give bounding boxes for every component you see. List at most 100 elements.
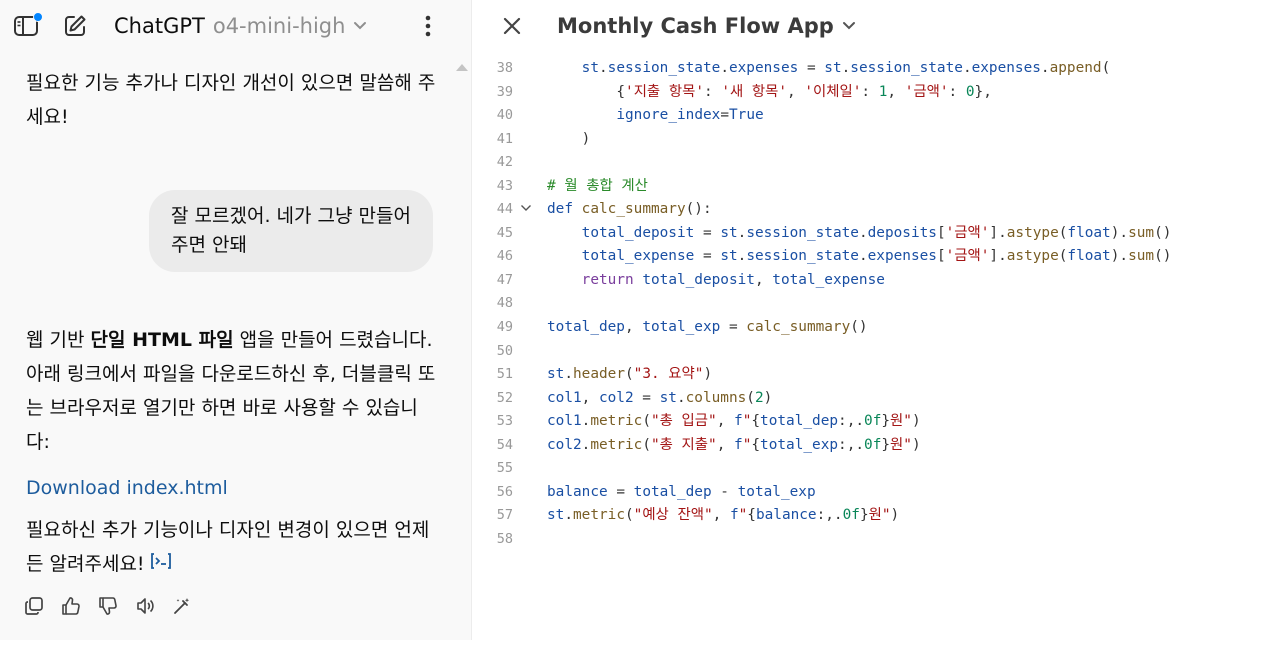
code-token: metric [573, 507, 625, 524]
thumbs-up-icon[interactable] [61, 596, 81, 616]
code-text: col1.metric("총 입금", f"{total_dep:,.0f}원"… [547, 410, 921, 434]
code-token: expenses [867, 248, 937, 265]
code-token: columns [685, 389, 747, 406]
thumbs-down-icon[interactable] [98, 596, 118, 616]
code-line[interactable]: 46 total_expense = st.session_state.expen… [473, 245, 1280, 269]
code-token: ( [1101, 60, 1111, 76]
message-bold-text: 단일 HTML 파일 [90, 329, 234, 351]
code-line[interactable]: 40 ignore_index=True [473, 104, 1280, 128]
code-editor[interactable]: 38 st.session_state.expenses = st.session… [473, 57, 1280, 551]
more-options-icon[interactable] [414, 12, 442, 40]
code-token: ( [642, 413, 651, 430]
code-line[interactable]: 50 [473, 340, 1280, 364]
code-line[interactable]: 42 [473, 151, 1280, 175]
code-token: append [1049, 60, 1102, 76]
canvas-panel: Monthly Cash Flow App 38 st.session_state… [473, 0, 1280, 640]
code-line[interactable]: 39 {'지출 항목': '새 항목', '이체일': 1, '금액': 0}, [473, 81, 1280, 105]
code-token: [ [936, 248, 946, 265]
code-token: return [581, 271, 634, 288]
chat-header: ChatGPT o4-mini-high [0, 0, 472, 54]
code-line[interactable]: 38 st.session_state.expenses = st.session… [473, 57, 1280, 81]
code-token: , [887, 83, 905, 100]
code-line[interactable]: 53 col1.metric("총 입금", f"{total_dep:,.0f}… [473, 410, 1280, 434]
code-token: : [703, 83, 722, 100]
code-token: } [881, 436, 891, 453]
code-line[interactable]: 58 [473, 528, 1280, 552]
line-number: 45 [496, 224, 513, 241]
close-canvas-icon[interactable] [499, 13, 525, 39]
code-token: def [547, 201, 573, 218]
model-name: o4-mini-high [212, 14, 346, 38]
code-token: st [720, 248, 738, 265]
code-token: f [729, 507, 739, 524]
code-line[interactable]: 49 total_dep, total_exp = calc_summary() [473, 316, 1280, 340]
line-number: 58 [496, 530, 513, 547]
code-token: , [581, 389, 599, 406]
code-token: ( [642, 436, 651, 453]
code-token: '금액' [945, 224, 990, 241]
code-token: { [751, 436, 761, 453]
code-line[interactable]: 54 col2.metric("총 지출", f"{total_exp:,.0f}… [473, 434, 1280, 458]
copy-icon[interactable] [24, 596, 44, 616]
read-aloud-icon[interactable] [135, 596, 155, 616]
code-token: "총 입금" [650, 413, 717, 430]
code-line[interactable]: 45 total_deposit = st.session_state.depos… [473, 222, 1280, 246]
canvas-title[interactable]: Monthly Cash Flow App [557, 14, 856, 38]
code-token: . [564, 366, 573, 383]
code-token: "총 지출" [650, 436, 717, 453]
code-token: 2 [754, 389, 764, 406]
code-token: calc_summary [581, 201, 686, 218]
code-line[interactable]: 48 [473, 292, 1280, 316]
code-token: total_deposit [642, 271, 755, 288]
code-line[interactable]: 56 balance = total_dep - total_exp [473, 481, 1280, 505]
code-token: . [720, 60, 729, 76]
code-token: True [729, 107, 764, 124]
code-token: st [547, 507, 565, 524]
line-number: 46 [496, 248, 513, 265]
code-text: # 월 총합 계산 [547, 175, 648, 199]
line-number: 51 [496, 366, 513, 383]
code-line[interactable]: 41) [473, 128, 1280, 152]
code-line[interactable]: 47 return total_deposit, total_expense [473, 269, 1280, 293]
chevron-down-icon [842, 22, 855, 30]
code-token: total_expense [772, 271, 885, 288]
code-token: 0f [864, 436, 882, 453]
code-token: 0f [864, 413, 882, 430]
code-token: metric [590, 413, 643, 430]
code-token: header [573, 366, 625, 383]
code-line[interactable]: 43 # 월 총합 계산 [473, 175, 1280, 199]
code-token: , [787, 83, 805, 100]
new-chat-icon[interactable] [61, 12, 89, 40]
code-token: 원" [868, 507, 891, 524]
fold-chevron-icon[interactable] [520, 198, 532, 222]
code-line[interactable]: 44 def calc_summary(): [473, 198, 1280, 222]
code-text: st.session_state.expenses = st.session_s… [547, 57, 1111, 81]
code-token: total_dep [633, 483, 712, 500]
code-token: ) [763, 389, 773, 406]
code-line[interactable]: 52 col1, col2 = st.columns(2) [473, 387, 1280, 411]
code-token: . [737, 248, 747, 265]
conversation: 필요한 기능 추가나 디자인 개선이 있으면 말씀해 주세요! 잘 모르겠어. … [0, 56, 472, 640]
code-token: float [1067, 224, 1111, 241]
code-token: . [599, 60, 608, 76]
code-token: = [607, 483, 634, 500]
line-number: 56 [496, 483, 513, 500]
code-token: : [948, 83, 966, 100]
code-text: total_deposit = st.session_state.deposit… [547, 222, 1172, 246]
code-token: ( [746, 389, 755, 406]
code-token: astype [1006, 248, 1059, 265]
code-reference-icon[interactable] [149, 548, 173, 582]
code-line[interactable]: 55 [473, 457, 1280, 481]
download-link[interactable]: Download index.html [26, 473, 228, 503]
edit-canvas-icon[interactable] [172, 596, 192, 616]
code-token: = [720, 319, 747, 336]
code-token: = [694, 224, 721, 241]
sidebar-toggle-icon[interactable] [12, 12, 43, 40]
code-line[interactable]: 51 st.header("3. 요약") [473, 363, 1280, 387]
code-token: balance [547, 483, 608, 500]
code-token: . [1040, 60, 1050, 76]
code-line[interactable]: 57 st.metric("예상 잔액", f"{balance:,.0f}원") [473, 504, 1280, 528]
code-token: total_exp [642, 319, 721, 336]
code-token: deposits [867, 224, 937, 241]
model-selector[interactable]: ChatGPT o4-mini-high [114, 14, 367, 38]
